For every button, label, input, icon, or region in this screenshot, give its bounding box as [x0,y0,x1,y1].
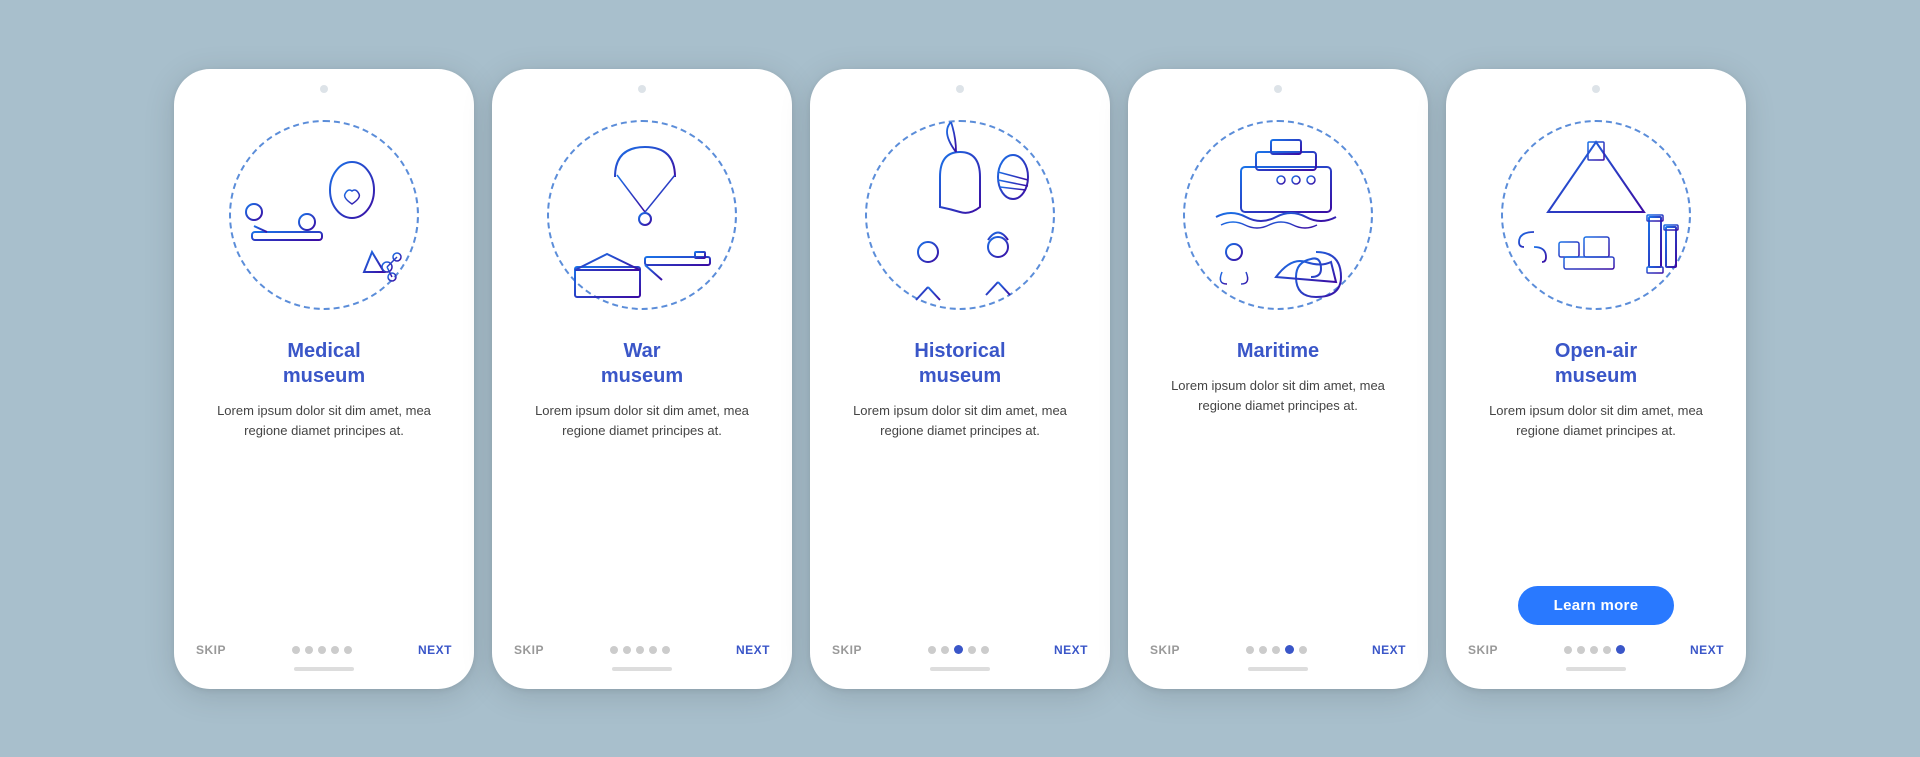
card-footer-maritime: SKIP NEXT [1150,635,1406,657]
screens-container: Medical museum Lorem ipsum dolor sit dim… [114,29,1806,729]
bottom-bar-war [612,667,672,671]
next-historical[interactable]: NEXT [1054,643,1088,657]
dot-2 [1259,646,1267,654]
illustration-maritime [1168,105,1388,325]
dot-3 [1590,646,1598,654]
card-title-historical: Historical museum [914,339,1005,389]
dot-5 [1299,646,1307,654]
card-medical: Medical museum Lorem ipsum dolor sit dim… [174,69,474,689]
dot-3 [636,646,644,654]
dots-historical [928,645,989,654]
next-openair[interactable]: NEXT [1690,643,1724,657]
war-icon [550,122,735,307]
dot-5 [981,646,989,654]
medical-icon [232,122,417,307]
card-title-medical: Medical museum [283,339,365,389]
dot-3 [318,646,326,654]
card-footer-openair: SKIP NEXT [1468,635,1724,657]
dot-1 [610,646,618,654]
skip-historical[interactable]: SKIP [832,643,862,657]
card-desc-openair: Lorem ipsum dolor sit dim amet, mea regi… [1468,401,1724,570]
dot-1 [1246,646,1254,654]
dot-4 [649,646,657,654]
dot-1 [1564,646,1572,654]
card-desc-medical: Lorem ipsum dolor sit dim amet, mea regi… [196,401,452,619]
next-medical[interactable]: NEXT [418,643,452,657]
card-desc-historical: Lorem ipsum dolor sit dim amet, mea regi… [832,401,1088,619]
skip-maritime[interactable]: SKIP [1150,643,1180,657]
card-title-maritime: Maritime [1237,339,1319,364]
dot-2 [623,646,631,654]
dot-1 [292,646,300,654]
dot-1 [928,646,936,654]
card-title-war: War museum [601,339,683,389]
dot-2 [305,646,313,654]
skip-medical[interactable]: SKIP [196,643,226,657]
card-footer-medical: SKIP NEXT [196,635,452,657]
dot-5-active [1616,645,1625,654]
dots-openair [1564,645,1625,654]
dot-4 [1603,646,1611,654]
illustration-war [532,105,752,325]
next-war[interactable]: NEXT [736,643,770,657]
dots-medical [292,646,352,654]
maritime-icon [1186,122,1371,307]
next-maritime[interactable]: NEXT [1372,643,1406,657]
illustration-historical [850,105,1070,325]
dot-2 [1577,646,1585,654]
bottom-bar-maritime [1248,667,1308,671]
openair-icon [1504,122,1689,307]
card-footer-war: SKIP NEXT [514,635,770,657]
historical-icon [868,122,1053,307]
card-historical: Historical museum Lorem ipsum dolor sit … [810,69,1110,689]
dot-5 [344,646,352,654]
dot-3 [1272,646,1280,654]
dot-5 [662,646,670,654]
bottom-bar-openair [1566,667,1626,671]
dots-war [610,646,670,654]
dot-4-active [1285,645,1294,654]
skip-openair[interactable]: SKIP [1468,643,1498,657]
illustration-medical [214,105,434,325]
card-maritime: Maritime Lorem ipsum dolor sit dim amet,… [1128,69,1428,689]
card-desc-maritime: Lorem ipsum dolor sit dim amet, mea regi… [1150,376,1406,619]
dot-4 [968,646,976,654]
dot-4 [331,646,339,654]
card-title-openair: Open-air museum [1555,339,1637,389]
bottom-bar-historical [930,667,990,671]
card-desc-war: Lorem ipsum dolor sit dim amet, mea regi… [514,401,770,619]
learn-more-button[interactable]: Learn more [1518,586,1675,625]
card-openair: Open-air museum Lorem ipsum dolor sit di… [1446,69,1746,689]
skip-war[interactable]: SKIP [514,643,544,657]
illustration-openair [1486,105,1706,325]
dot-2 [941,646,949,654]
dot-3-active [954,645,963,654]
bottom-bar-medical [294,667,354,671]
card-footer-historical: SKIP NEXT [832,635,1088,657]
dots-maritime [1246,645,1307,654]
card-war: War museum Lorem ipsum dolor sit dim ame… [492,69,792,689]
